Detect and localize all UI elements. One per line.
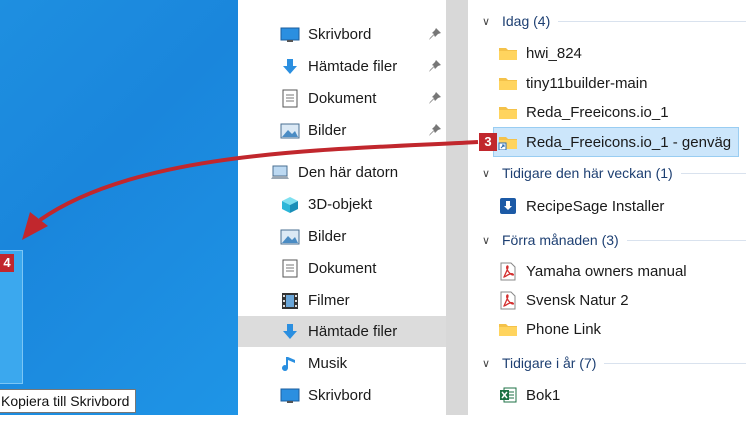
group-divider — [626, 239, 746, 241]
file-name: Phone Link — [526, 320, 602, 338]
folder-icon — [498, 43, 518, 63]
desktop-area[interactable]: 4 — [0, 0, 238, 421]
group-divider — [680, 172, 746, 174]
pin-icon[interactable] — [428, 27, 442, 41]
group-header-forra-manaden[interactable]: ∨ Förra månaden (3) — [468, 228, 750, 252]
chevron-down-icon[interactable]: ∨ — [482, 167, 496, 180]
list-item[interactable]: Reda_Freeicons.io_1 — [468, 98, 750, 126]
computer-icon — [270, 163, 290, 183]
download-icon — [280, 322, 300, 342]
nav-item-label: 3D-objekt — [308, 196, 373, 213]
nav-item-label: Skrivbord — [308, 26, 372, 43]
list-item[interactable]: Phone Link — [468, 315, 750, 343]
pin-icon[interactable] — [428, 123, 442, 137]
chevron-down-icon[interactable]: ∨ — [482, 234, 496, 247]
nav-item-den-har-datorn[interactable]: Den här datorn — [238, 157, 446, 188]
pictures-icon — [280, 227, 300, 247]
file-name: Reda_Freeicons.io_1 - genväg — [526, 133, 732, 151]
list-item[interactable]: Bok1 — [468, 381, 750, 409]
navigation-pane: Skrivbord Hämtade filer Dokument Bilder … — [238, 0, 446, 415]
folder-shortcut-icon — [498, 132, 518, 152]
installer-icon — [498, 196, 518, 216]
nav-item-musik[interactable]: Musik — [238, 348, 446, 379]
group-label: Tidigare i år (7) — [502, 355, 597, 371]
folder-icon — [498, 73, 518, 93]
screenshot-frame: 4 Kopiera till Skrivbord Skrivbord Hämta… — [0, 0, 750, 421]
nav-item-hamtade-quick[interactable]: Hämtade filer — [238, 51, 446, 82]
nav-item-label: Hämtade filer — [308, 58, 398, 75]
cube-icon — [280, 195, 300, 215]
nav-item-bilder-quick[interactable]: Bilder — [238, 115, 446, 146]
nav-item-label: Bilder — [308, 228, 347, 245]
nav-scrollbar[interactable] — [446, 0, 468, 415]
excel-icon — [498, 385, 518, 405]
group-label: Förra månaden (3) — [502, 232, 619, 248]
nav-item-label: Skrivbord — [308, 387, 372, 404]
bottom-edge — [0, 415, 750, 421]
nav-item-dokument-quick[interactable]: Dokument — [238, 83, 446, 114]
document-icon — [280, 89, 300, 109]
group-label: Idag (4) — [502, 13, 551, 29]
folder-icon — [498, 319, 518, 339]
group-divider — [558, 20, 746, 22]
file-name: Svensk Natur 2 — [526, 291, 629, 309]
nav-item-dokument[interactable]: Dokument — [238, 253, 446, 284]
nav-item-label: Bilder — [308, 122, 347, 139]
pictures-icon — [280, 121, 300, 141]
list-item[interactable]: hwi_824 — [468, 39, 750, 67]
step-badge-3: 3 — [479, 133, 497, 151]
list-item[interactable]: Yamaha owners manual — [468, 257, 750, 285]
desktop-icon — [280, 25, 300, 45]
file-name: Yamaha owners manual — [526, 262, 687, 280]
chevron-down-icon[interactable]: ∨ — [482, 357, 496, 370]
drag-tooltip: Kopiera till Skrivbord — [0, 389, 137, 413]
pdf-icon — [498, 290, 518, 310]
file-name: RecipeSage Installer — [526, 197, 665, 215]
folder-icon — [498, 102, 518, 122]
music-icon — [280, 354, 300, 374]
film-icon — [280, 291, 300, 311]
nav-item-bilder[interactable]: Bilder — [238, 221, 446, 252]
group-label: Tidigare den här veckan (1) — [502, 165, 673, 181]
list-item-selected[interactable]: Reda_Freeicons.io_1 - genväg — [493, 127, 739, 157]
file-name: tiny11builder-main — [526, 74, 648, 92]
group-header-tidigare-i-ar[interactable]: ∨ Tidigare i år (7) — [468, 351, 750, 375]
nav-item-skrivbord-quick[interactable]: Skrivbord — [238, 19, 446, 50]
nav-item-3d-objekt[interactable]: 3D-objekt — [238, 189, 446, 220]
file-name: Bok1 — [526, 386, 561, 404]
nav-item-label: Hämtade filer — [308, 323, 398, 340]
pdf-icon — [498, 261, 518, 281]
download-icon — [280, 57, 300, 77]
step-badge-4: 4 — [0, 254, 14, 272]
nav-item-filmer[interactable]: Filmer — [238, 285, 446, 316]
nav-item-label: Dokument — [308, 90, 377, 107]
desktop-icon — [280, 386, 300, 406]
list-item[interactable]: tiny11builder-main — [468, 69, 750, 97]
group-divider — [604, 362, 746, 364]
pin-icon[interactable] — [428, 59, 442, 73]
nav-item-label: Dokument — [308, 260, 377, 277]
nav-item-hamtade-filer[interactable]: Hämtade filer — [238, 316, 446, 347]
nav-item-label: Den här datorn — [298, 164, 399, 181]
file-list: ∨ Idag (4) hwi_824 tiny11builder-main Re… — [468, 0, 750, 415]
document-icon — [280, 259, 300, 279]
group-header-tidigare-veckan[interactable]: ∨ Tidigare den här veckan (1) — [468, 161, 750, 185]
nav-item-skrivbord[interactable]: Skrivbord — [238, 380, 446, 411]
list-item[interactable]: Svensk Natur 2 — [468, 286, 750, 314]
file-name: Reda_Freeicons.io_1 — [526, 103, 669, 121]
pin-icon[interactable] — [428, 91, 442, 105]
file-name: hwi_824 — [526, 44, 582, 62]
group-header-idag[interactable]: ∨ Idag (4) — [468, 9, 750, 33]
nav-item-label: Musik — [308, 355, 348, 372]
list-item[interactable]: RecipeSage Installer — [468, 192, 750, 220]
nav-item-label: Filmer — [308, 292, 350, 309]
chevron-down-icon[interactable]: ∨ — [482, 15, 496, 28]
